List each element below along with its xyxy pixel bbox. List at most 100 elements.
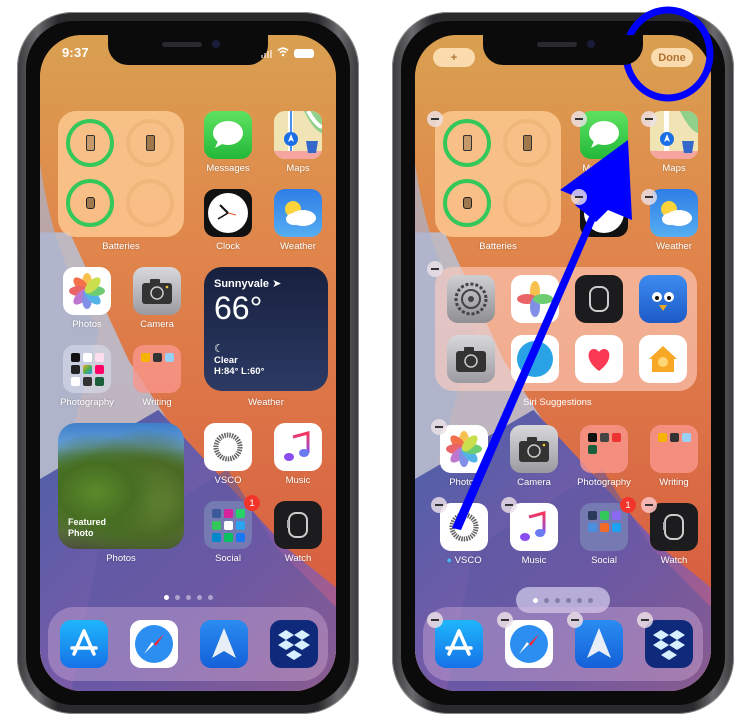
tweetbot-app[interactable] xyxy=(639,275,687,323)
done-button[interactable]: Done xyxy=(651,48,693,67)
dropbox-icon xyxy=(653,630,685,660)
device-battery-ring xyxy=(503,119,551,167)
writing-folder[interactable] xyxy=(133,345,181,393)
app-store-app[interactable] xyxy=(60,620,108,668)
camera-app[interactable] xyxy=(447,335,495,383)
watch-icon xyxy=(589,286,609,312)
home-screen: 9:37 Batteries Messages Maps Clock Weath… xyxy=(40,35,336,691)
batteries-widget[interactable] xyxy=(58,111,184,237)
social-folder[interactable] xyxy=(580,503,628,551)
clock-face-icon xyxy=(584,193,624,233)
weather-app[interactable] xyxy=(650,189,698,237)
gear-icon xyxy=(454,282,488,316)
maps-app[interactable] xyxy=(274,111,322,159)
app-label: Camera xyxy=(517,477,551,488)
remove-app-button[interactable] xyxy=(431,497,447,513)
remove-app-button[interactable] xyxy=(641,497,657,513)
page-indicator[interactable] xyxy=(40,595,336,600)
app-label: Photography xyxy=(577,477,631,488)
health-app[interactable] xyxy=(575,335,623,383)
remove-batteries-widget-button[interactable] xyxy=(427,111,443,127)
remove-app-button[interactable] xyxy=(501,497,517,513)
remove-app-button[interactable] xyxy=(641,189,657,205)
app-label: VSCO xyxy=(214,475,242,486)
watch-app[interactable] xyxy=(650,503,698,551)
remove-app-button[interactable] xyxy=(427,612,443,628)
app-label: Social xyxy=(591,555,617,566)
music-app[interactable] xyxy=(274,423,322,471)
social-folder[interactable] xyxy=(204,501,252,549)
photos-app[interactable] xyxy=(63,267,111,315)
watch-icon xyxy=(663,514,684,540)
photography-folder[interactable] xyxy=(63,345,111,393)
photos-flower-icon xyxy=(69,273,105,309)
maps-app[interactable] xyxy=(650,111,698,159)
camera-app[interactable] xyxy=(510,425,558,473)
weather-high-low: H:84° L:60° xyxy=(214,366,265,377)
weather-city: Sunnyvale ➤ xyxy=(214,278,282,290)
watch-battery-ring xyxy=(66,179,114,227)
camera-app[interactable] xyxy=(133,267,181,315)
remove-app-button[interactable] xyxy=(641,111,657,127)
messages-app[interactable] xyxy=(204,111,252,159)
spark-app[interactable] xyxy=(575,620,623,668)
telegram-app[interactable] xyxy=(511,335,559,383)
speech-bubble-icon xyxy=(589,121,619,148)
app-label: Weather xyxy=(280,241,316,252)
app-label: Writing xyxy=(142,397,172,408)
location-arrow-icon: ➤ xyxy=(272,278,282,290)
messages-app[interactable] xyxy=(580,111,628,159)
siri-suggestions-label: Siri Suggestions xyxy=(523,397,592,408)
sun-cloud-icon xyxy=(661,201,692,226)
music-app[interactable] xyxy=(510,503,558,551)
remove-app-button[interactable] xyxy=(567,612,583,628)
weather-widget-label: Weather xyxy=(248,397,284,408)
dropbox-app[interactable] xyxy=(270,620,318,668)
dropbox-app[interactable] xyxy=(645,620,693,668)
writing-folder[interactable] xyxy=(650,425,698,473)
spark-app[interactable] xyxy=(200,620,248,668)
notification-badge: 1 xyxy=(620,497,636,513)
app-label: Maps xyxy=(286,163,310,174)
app-label: Photography xyxy=(60,397,114,408)
app-label: Watch xyxy=(660,555,688,566)
remove-app-button[interactable] xyxy=(431,419,447,435)
app-store-icon xyxy=(70,629,98,656)
remove-siri-widget-button[interactable] xyxy=(427,261,443,277)
camera-icon xyxy=(456,347,486,372)
photos-app[interactable] xyxy=(440,425,488,473)
weather-app[interactable] xyxy=(274,189,322,237)
app-store-app[interactable] xyxy=(435,620,483,668)
featured-photo-widget[interactable]: Featured Photo xyxy=(58,423,184,549)
app-label: Writing xyxy=(659,477,689,488)
settings-app[interactable] xyxy=(447,275,495,323)
add-widget-button[interactable]: + xyxy=(433,48,475,67)
photos-flower-icon xyxy=(517,281,553,317)
remove-app-button[interactable] xyxy=(637,612,653,628)
camera-icon xyxy=(142,279,172,304)
map-icon xyxy=(650,111,698,159)
watch-device-icon xyxy=(85,197,95,209)
watch-app[interactable] xyxy=(274,501,322,549)
siri-suggestions-widget[interactable] xyxy=(435,267,697,391)
vsco-app[interactable] xyxy=(440,503,488,551)
safari-app[interactable] xyxy=(505,620,553,668)
clock-app[interactable] xyxy=(204,189,252,237)
watch-app[interactable] xyxy=(575,275,623,323)
remove-app-button[interactable] xyxy=(497,612,513,628)
home-app[interactable] xyxy=(639,335,687,383)
app-label: Photos xyxy=(449,477,479,488)
photos-app[interactable] xyxy=(511,275,559,323)
photography-folder[interactable] xyxy=(580,425,628,473)
remove-app-button[interactable] xyxy=(571,189,587,205)
remove-app-button[interactable] xyxy=(571,111,587,127)
music-note-icon xyxy=(284,431,310,461)
batteries-widget[interactable] xyxy=(435,111,561,237)
compass-icon xyxy=(510,625,548,663)
empty-battery-ring xyxy=(126,179,174,227)
vsco-app[interactable] xyxy=(204,423,252,471)
weather-widget[interactable]: Sunnyvale ➤ 66° ☾ Clear H:84° L:60° xyxy=(204,267,328,391)
safari-app[interactable] xyxy=(130,620,178,668)
notch xyxy=(483,35,643,65)
clock-app[interactable] xyxy=(580,189,628,237)
